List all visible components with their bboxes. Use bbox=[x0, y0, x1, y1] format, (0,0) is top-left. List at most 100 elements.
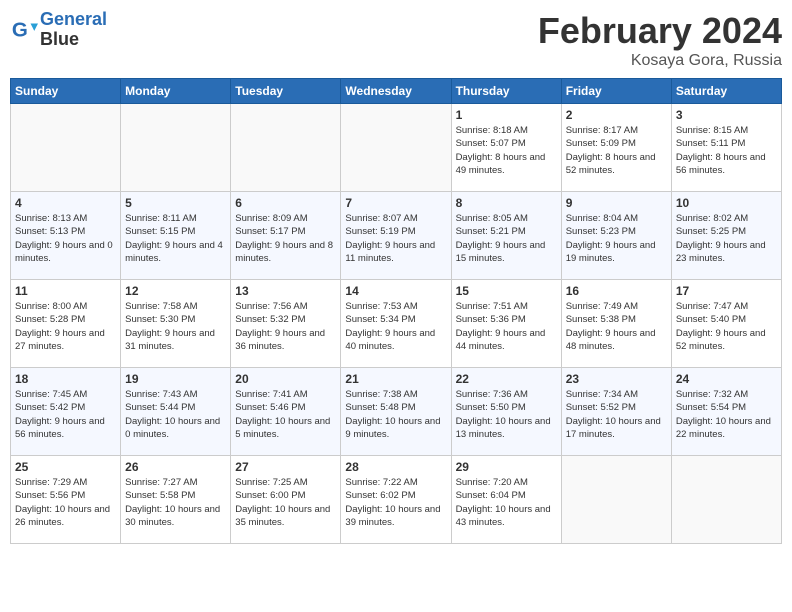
logo: G GeneralBlue bbox=[10, 10, 107, 50]
svg-text:G: G bbox=[12, 18, 28, 41]
col-header-saturday: Saturday bbox=[671, 79, 781, 104]
day-info: Sunrise: 7:58 AMSunset: 5:30 PMDaylight:… bbox=[125, 300, 226, 353]
day-info: Sunrise: 7:43 AMSunset: 5:44 PMDaylight:… bbox=[125, 388, 226, 441]
day-info: Sunrise: 8:04 AMSunset: 5:23 PMDaylight:… bbox=[566, 212, 667, 265]
day-cell: 25 Sunrise: 7:29 AMSunset: 5:56 PMDayligh… bbox=[11, 456, 121, 544]
day-number: 8 bbox=[456, 196, 557, 210]
day-number: 1 bbox=[456, 108, 557, 122]
day-number: 24 bbox=[676, 372, 777, 386]
week-row-3: 11Sunrise: 8:00 AMSunset: 5:28 PMDayligh… bbox=[11, 280, 782, 368]
day-info: Sunrise: 7:41 AMSunset: 5:46 PMDaylight:… bbox=[235, 388, 336, 441]
day-info: Sunrise: 7:27 AMSunset: 5:58 PMDaylight:… bbox=[125, 476, 226, 529]
col-header-friday: Friday bbox=[561, 79, 671, 104]
day-number: 7 bbox=[345, 196, 446, 210]
logo-text: GeneralBlue bbox=[40, 10, 107, 50]
day-number: 22 bbox=[456, 372, 557, 386]
page-header: G GeneralBlue February 2024 Kosaya Gora,… bbox=[10, 10, 782, 70]
day-cell bbox=[231, 104, 341, 192]
day-cell: 28 Sunrise: 7:22 AMSunset: 6:02 PMDayligh… bbox=[341, 456, 451, 544]
day-info: Sunrise: 7:38 AMSunset: 5:48 PMDaylight:… bbox=[345, 388, 446, 441]
week-row-4: 18 Sunrise: 7:45 AMSunset: 5:42 PMDayligh… bbox=[11, 368, 782, 456]
day-number: 9 bbox=[566, 196, 667, 210]
day-info: Sunrise: 8:07 AMSunset: 5:19 PMDaylight:… bbox=[345, 212, 446, 265]
day-cell: 21Sunrise: 7:38 AMSunset: 5:48 PMDayligh… bbox=[341, 368, 451, 456]
day-number: 27 bbox=[235, 460, 336, 474]
location: Kosaya Gora, Russia bbox=[538, 52, 782, 70]
day-info: Sunrise: 8:15 AMSunset: 5:11 PMDaylight:… bbox=[676, 124, 777, 177]
day-cell: 22 Sunrise: 7:36 AMSunset: 5:50 PMDayligh… bbox=[451, 368, 561, 456]
day-cell: 6Sunrise: 8:09 AMSunset: 5:17 PMDaylight… bbox=[231, 192, 341, 280]
day-cell: 19 Sunrise: 7:43 AMSunset: 5:44 PMDayligh… bbox=[121, 368, 231, 456]
day-number: 15 bbox=[456, 284, 557, 298]
day-cell: 14Sunrise: 7:53 AMSunset: 5:34 PMDayligh… bbox=[341, 280, 451, 368]
day-cell: 1 Sunrise: 8:18 AMSunset: 5:07 PMDaylight… bbox=[451, 104, 561, 192]
week-row-2: 4 Sunrise: 8:13 AMSunset: 5:13 PMDaylight… bbox=[11, 192, 782, 280]
day-info: Sunrise: 7:32 AMSunset: 5:54 PMDaylight:… bbox=[676, 388, 777, 441]
day-cell bbox=[671, 456, 781, 544]
day-number: 3 bbox=[676, 108, 777, 122]
day-cell: 15 Sunrise: 7:51 AMSunset: 5:36 PMDayligh… bbox=[451, 280, 561, 368]
month-title: February 2024 bbox=[538, 10, 782, 52]
day-cell bbox=[121, 104, 231, 192]
day-number: 12 bbox=[125, 284, 226, 298]
day-cell: 3 Sunrise: 8:15 AMSunset: 5:11 PMDaylight… bbox=[671, 104, 781, 192]
day-number: 17 bbox=[676, 284, 777, 298]
day-number: 5 bbox=[125, 196, 226, 210]
day-info: Sunrise: 8:17 AMSunset: 5:09 PMDaylight:… bbox=[566, 124, 667, 177]
day-cell: 4 Sunrise: 8:13 AMSunset: 5:13 PMDaylight… bbox=[11, 192, 121, 280]
col-header-tuesday: Tuesday bbox=[231, 79, 341, 104]
day-number: 25 bbox=[15, 460, 116, 474]
day-number: 13 bbox=[235, 284, 336, 298]
day-number: 10 bbox=[676, 196, 777, 210]
day-number: 2 bbox=[566, 108, 667, 122]
day-info: Sunrise: 8:02 AMSunset: 5:25 PMDaylight:… bbox=[676, 212, 777, 265]
day-info: Sunrise: 7:45 AMSunset: 5:42 PMDaylight:… bbox=[15, 388, 116, 441]
week-row-5: 25 Sunrise: 7:29 AMSunset: 5:56 PMDayligh… bbox=[11, 456, 782, 544]
day-cell: 26Sunrise: 7:27 AMSunset: 5:58 PMDayligh… bbox=[121, 456, 231, 544]
day-info: Sunrise: 8:11 AMSunset: 5:15 PMDaylight:… bbox=[125, 212, 226, 265]
day-cell: 27 Sunrise: 7:25 AMSunset: 6:00 PMDayligh… bbox=[231, 456, 341, 544]
col-header-sunday: Sunday bbox=[11, 79, 121, 104]
title-block: February 2024 Kosaya Gora, Russia bbox=[538, 10, 782, 70]
day-cell: 23Sunrise: 7:34 AMSunset: 5:52 PMDayligh… bbox=[561, 368, 671, 456]
day-cell: 5 Sunrise: 8:11 AMSunset: 5:15 PMDaylight… bbox=[121, 192, 231, 280]
day-number: 11 bbox=[15, 284, 116, 298]
day-number: 19 bbox=[125, 372, 226, 386]
day-info: Sunrise: 8:05 AMSunset: 5:21 PMDaylight:… bbox=[456, 212, 557, 265]
day-info: Sunrise: 7:47 AMSunset: 5:40 PMDaylight:… bbox=[676, 300, 777, 353]
day-info: Sunrise: 7:34 AMSunset: 5:52 PMDaylight:… bbox=[566, 388, 667, 441]
day-number: 29 bbox=[456, 460, 557, 474]
header-row: SundayMondayTuesdayWednesdayThursdayFrid… bbox=[11, 79, 782, 104]
col-header-monday: Monday bbox=[121, 79, 231, 104]
day-info: Sunrise: 7:49 AMSunset: 5:38 PMDaylight:… bbox=[566, 300, 667, 353]
day-cell: 24 Sunrise: 7:32 AMSunset: 5:54 PMDayligh… bbox=[671, 368, 781, 456]
day-info: Sunrise: 7:22 AMSunset: 6:02 PMDaylight:… bbox=[345, 476, 446, 529]
day-cell: 11Sunrise: 8:00 AMSunset: 5:28 PMDayligh… bbox=[11, 280, 121, 368]
day-info: Sunrise: 8:13 AMSunset: 5:13 PMDaylight:… bbox=[15, 212, 116, 265]
day-cell: 20 Sunrise: 7:41 AMSunset: 5:46 PMDayligh… bbox=[231, 368, 341, 456]
day-cell: 10 Sunrise: 8:02 AMSunset: 5:25 PMDayligh… bbox=[671, 192, 781, 280]
day-number: 6 bbox=[235, 196, 336, 210]
day-cell bbox=[11, 104, 121, 192]
day-cell: 13Sunrise: 7:56 AMSunset: 5:32 PMDayligh… bbox=[231, 280, 341, 368]
day-cell: 2 Sunrise: 8:17 AMSunset: 5:09 PMDaylight… bbox=[561, 104, 671, 192]
day-number: 16 bbox=[566, 284, 667, 298]
day-number: 18 bbox=[15, 372, 116, 386]
day-info: Sunrise: 7:36 AMSunset: 5:50 PMDaylight:… bbox=[456, 388, 557, 441]
calendar-table: SundayMondayTuesdayWednesdayThursdayFrid… bbox=[10, 78, 782, 544]
day-number: 28 bbox=[345, 460, 446, 474]
day-number: 20 bbox=[235, 372, 336, 386]
day-cell: 17 Sunrise: 7:47 AMSunset: 5:40 PMDayligh… bbox=[671, 280, 781, 368]
day-number: 4 bbox=[15, 196, 116, 210]
day-cell bbox=[561, 456, 671, 544]
day-cell: 18 Sunrise: 7:45 AMSunset: 5:42 PMDayligh… bbox=[11, 368, 121, 456]
day-info: Sunrise: 7:20 AMSunset: 6:04 PMDaylight:… bbox=[456, 476, 557, 529]
day-info: Sunrise: 8:18 AMSunset: 5:07 PMDaylight:… bbox=[456, 124, 557, 177]
day-cell: 7 Sunrise: 8:07 AMSunset: 5:19 PMDaylight… bbox=[341, 192, 451, 280]
day-info: Sunrise: 7:29 AMSunset: 5:56 PMDaylight:… bbox=[15, 476, 116, 529]
day-info: Sunrise: 7:51 AMSunset: 5:36 PMDaylight:… bbox=[456, 300, 557, 353]
logo-icon: G bbox=[10, 16, 38, 44]
day-info: Sunrise: 7:25 AMSunset: 6:00 PMDaylight:… bbox=[235, 476, 336, 529]
col-header-wednesday: Wednesday bbox=[341, 79, 451, 104]
day-cell: 29 Sunrise: 7:20 AMSunset: 6:04 PMDayligh… bbox=[451, 456, 561, 544]
